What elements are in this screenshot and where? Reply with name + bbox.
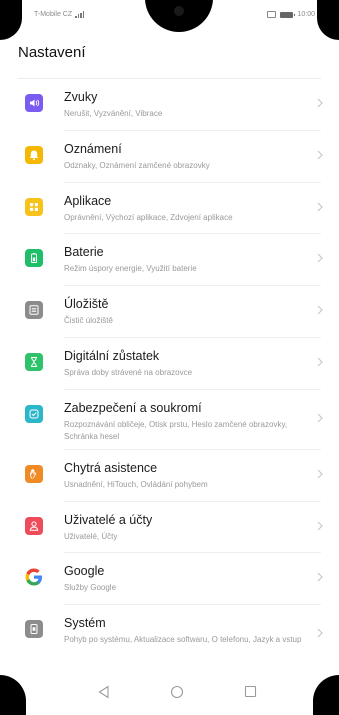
item-label: Baterie (64, 245, 104, 260)
clock: 10:00 (297, 11, 315, 18)
settings-item-system[interactable]: Systém Pohyb po systému, Aktualizace sof… (0, 605, 339, 665)
signal-icon (75, 11, 85, 18)
speaker-icon (25, 94, 43, 112)
item-label: Systém (64, 616, 106, 631)
chevron-right-icon (317, 521, 323, 531)
chevron-right-icon (317, 150, 323, 160)
settings-item-baterie[interactable]: Baterie Režim úspory energie, Využití ba… (0, 234, 339, 287)
hourglass-icon (25, 352, 43, 371)
settings-item-google[interactable]: Google Služby Google (0, 553, 339, 606)
item-subtitle: Režim úspory energie, Využití baterie (64, 264, 197, 274)
settings-item-chytra-asistence[interactable]: Chytrá asistence Usnadnění, HiTouch, Ovl… (0, 450, 339, 502)
item-subtitle: Odznaky, Oznámení zamčené obrazovky (64, 160, 210, 170)
item-subtitle: Usnadnění, HiTouch, Ovládání pohybem (64, 479, 208, 489)
item-label: Oznámení (64, 141, 122, 156)
back-icon[interactable] (98, 685, 110, 699)
chevron-right-icon (317, 305, 323, 315)
status-right: 10:00 (267, 11, 315, 18)
navigation-bar (0, 671, 339, 715)
battery-status-icon (280, 11, 296, 18)
front-camera (174, 6, 184, 16)
home-icon[interactable] (170, 685, 184, 699)
item-subtitle: Čistič úložiště (64, 316, 113, 326)
item-label: Aplikace (64, 193, 112, 208)
bell-icon (25, 145, 43, 164)
settings-item-uloziste[interactable]: Úložiště Čistič úložiště (0, 286, 339, 338)
carrier: T-Mobile CZ (34, 11, 85, 18)
chevron-right-icon (317, 572, 323, 582)
screen-corner (317, 0, 339, 40)
nfc-icon (267, 11, 277, 18)
settings-item-uzivatele-ucty[interactable]: Uživatelé a účty Uživatelé, Účty (0, 502, 339, 554)
shield-icon (25, 404, 43, 423)
item-subtitle: Správa doby strávené na obrazovce (64, 367, 193, 377)
settings-item-zvuky[interactable]: Zvuky Nerušit, Vyzvánění, Vibrace (0, 79, 339, 131)
chevron-right-icon (317, 253, 323, 263)
item-subtitle: Uživatelé, Účty (64, 531, 118, 541)
chevron-right-icon (317, 357, 323, 367)
storage-icon (25, 301, 43, 320)
item-subtitle: Oprávnění, Výchozí aplikace, Zdvojení ap… (64, 212, 233, 222)
phone-info-icon (25, 620, 43, 639)
google-icon (25, 568, 43, 587)
user-icon (25, 516, 43, 535)
chevron-right-icon (317, 469, 323, 479)
battery-icon (25, 249, 43, 268)
item-label: Úložiště (64, 297, 109, 312)
recent-apps-icon[interactable] (244, 685, 257, 698)
item-label: Digitální zůstatek (64, 348, 160, 363)
item-subtitle: Nerušit, Vyzvánění, Vibrace (64, 109, 163, 118)
item-label: Zabezpečení a soukromí (64, 400, 202, 415)
item-label: Uživatelé a účty (64, 512, 153, 527)
screen-corner (0, 0, 22, 40)
item-subtitle: Pohyb po systému, Aktualizace softwaru, … (64, 635, 302, 645)
apps-grid-icon (25, 197, 43, 216)
hand-icon (25, 464, 43, 483)
chevron-right-icon (317, 628, 323, 638)
chevron-right-icon (317, 413, 323, 423)
settings-item-digitalni-zustatek[interactable]: Digitální zůstatek Správa doby strávené … (0, 338, 339, 390)
settings-item-aplikace[interactable]: Aplikace Oprávnění, Výchozí aplikace, Zd… (0, 183, 339, 235)
chevron-right-icon (317, 202, 323, 212)
settings-item-zabezpeceni[interactable]: Zabezpečení a soukromí Rozpoznávání obli… (0, 390, 339, 450)
carrier-name: T-Mobile CZ (34, 11, 73, 18)
settings-item-oznameni[interactable]: Oznámení Odznaky, Oznámení zamčené obraz… (0, 131, 339, 183)
item-subtitle: Služby Google (64, 583, 117, 593)
page-title: Nastavení (18, 44, 86, 61)
item-label: Chytrá asistence (64, 460, 158, 475)
item-label: Google (64, 564, 105, 579)
settings-list: Zvuky Nerušit, Vyzvánění, Vibrace Oznáme… (0, 79, 339, 665)
chevron-right-icon (317, 98, 323, 108)
item-label: Zvuky (64, 90, 98, 104)
item-subtitle: Rozpoznávání obličeje, Otisk prstu, Hesl… (64, 419, 288, 441)
